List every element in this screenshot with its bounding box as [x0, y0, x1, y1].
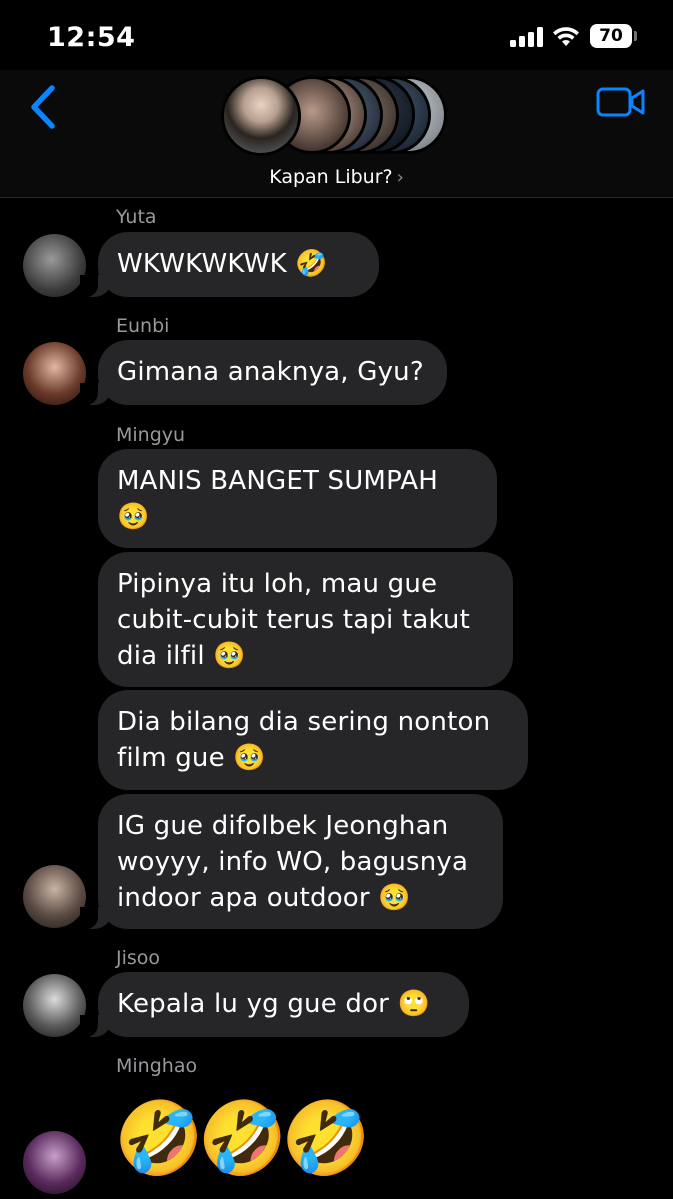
sender-name: Mingyu — [116, 424, 186, 446]
message-text: IG gue difolbek Jeonghan woyyy, info WO,… — [117, 811, 469, 913]
group-name-button[interactable]: Kapan Libur? › — [0, 166, 673, 188]
sender-name: Jisoo — [116, 947, 161, 969]
avatar[interactable] — [23, 865, 86, 928]
battery-icon: 70 — [590, 24, 632, 48]
message-text: MANIS BANGET SUMPAH 🥹 — [117, 466, 439, 532]
avatar[interactable] — [23, 1131, 86, 1194]
member-avatar — [221, 76, 301, 156]
message-text: Kepala lu yg gue dor 🙄 — [117, 989, 431, 1019]
sender-name: Yuta — [116, 206, 157, 228]
chevron-right-icon: › — [396, 167, 404, 188]
group-name: Kapan Libur? — [269, 166, 393, 188]
message-text: Pipinya itu loh, mau gue cubit-cubit ter… — [117, 569, 470, 671]
status-bar: 12:54 70 — [0, 0, 673, 70]
status-time: 12:54 — [47, 22, 136, 53]
message-bubble[interactable]: Dia bilang dia sering nonton film gue 🥹 — [98, 690, 528, 790]
battery-tip — [634, 31, 637, 41]
message-bubble[interactable]: Gimana anaknya, Gyu? — [80, 340, 447, 405]
wifi-icon — [553, 27, 579, 46]
message-text: Gimana anaknya, Gyu? — [117, 357, 424, 387]
conversation-header: Kapan Libur? › — [0, 70, 673, 198]
avatar[interactable] — [23, 342, 86, 405]
message-bubble[interactable]: IG gue difolbek Jeonghan woyyy, info WO,… — [80, 794, 503, 929]
message-bubble[interactable]: MANIS BANGET SUMPAH 🥹 — [98, 449, 497, 548]
message-text: WKWKWKWK 🤣 — [117, 249, 328, 279]
message-bubble[interactable]: Pipinya itu loh, mau gue cubit-cubit ter… — [98, 552, 513, 687]
cellular-signal-icon — [510, 27, 544, 47]
chevron-left-icon[interactable] — [26, 82, 62, 132]
avatar[interactable] — [23, 234, 86, 297]
message-bubble[interactable]: Kepala lu yg gue dor 🙄 — [80, 972, 469, 1037]
emoji-message[interactable]: 🤣🤣🤣 — [114, 1093, 371, 1183]
sender-name: Eunbi — [116, 315, 170, 337]
sender-name: Minghao — [116, 1055, 198, 1077]
video-camera-icon[interactable] — [596, 86, 646, 118]
avatar[interactable] — [23, 974, 86, 1037]
message-bubble[interactable]: WKWKWKWK 🤣 — [80, 232, 379, 297]
message-text: Dia bilang dia sering nonton film gue 🥹 — [117, 707, 491, 773]
group-avatar-stack[interactable] — [221, 76, 451, 158]
